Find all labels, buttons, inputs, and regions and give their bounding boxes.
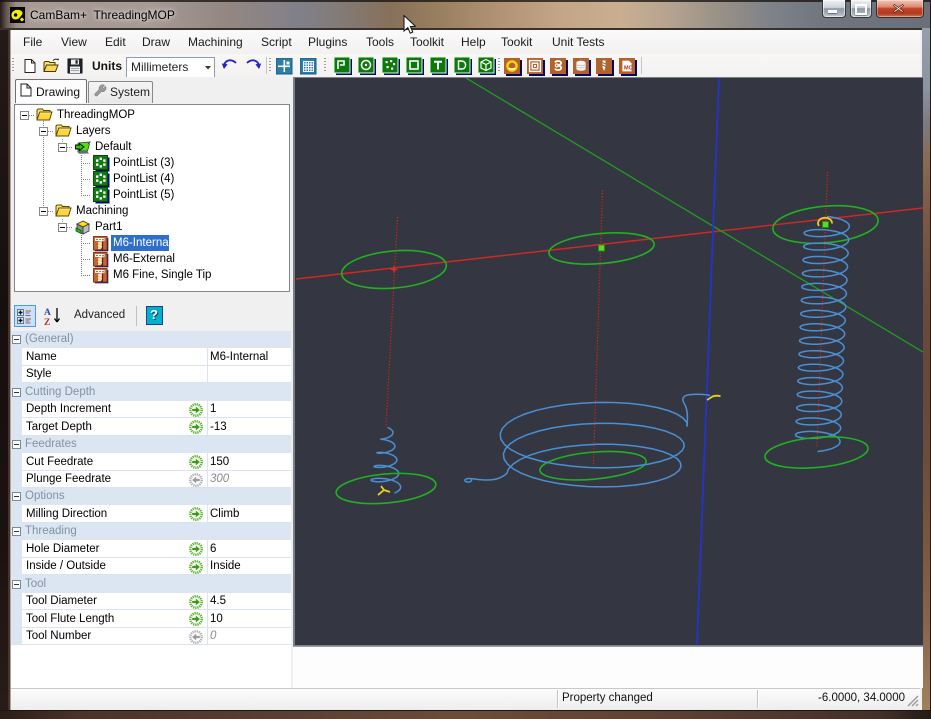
svg-text:MC: MC — [624, 66, 633, 72]
svg-text:Z: Z — [44, 318, 50, 326]
svg-text:A: A — [44, 308, 51, 318]
